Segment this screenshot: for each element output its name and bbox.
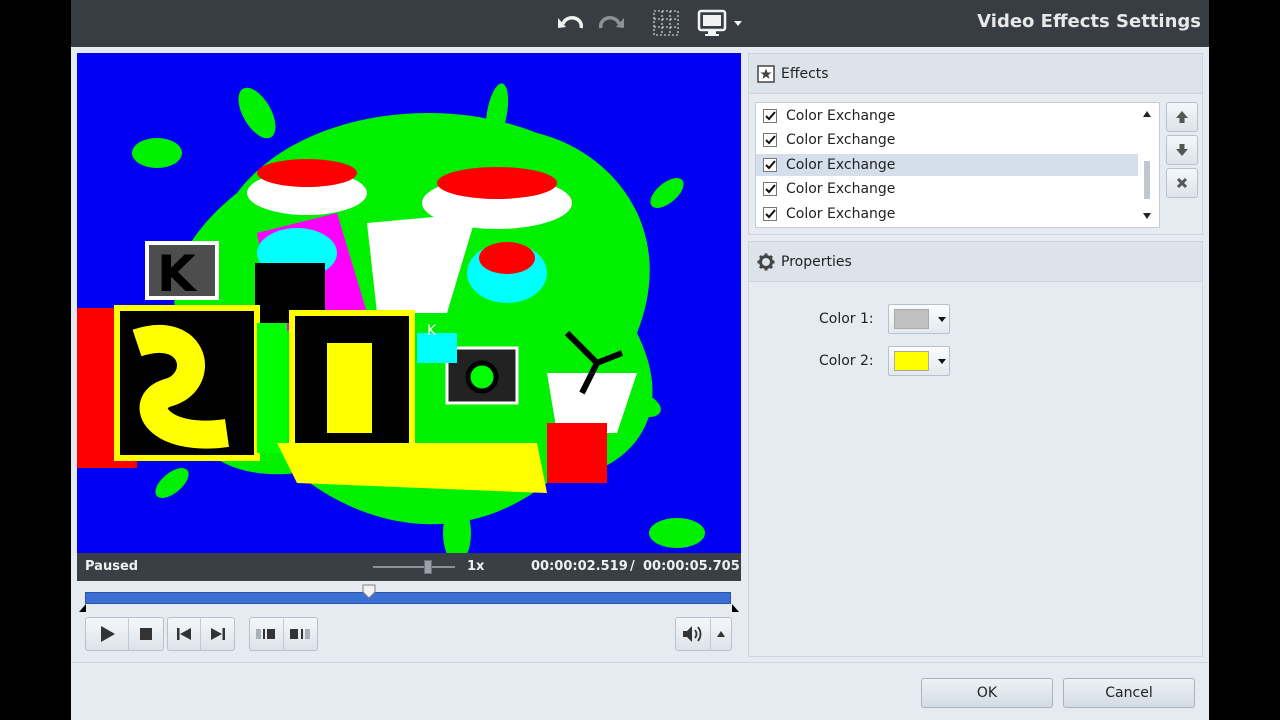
- color1-label: Color 1:: [819, 311, 874, 327]
- timeline-start-marker: [79, 604, 86, 612]
- marker-group: [249, 617, 318, 651]
- stop-button[interactable]: [129, 618, 163, 650]
- player-status-bar: Paused 1x 00:00:02.519 / 00:00:05.705: [77, 553, 741, 581]
- video-effects-window: Video Effects Settings K K Paused 1x 00:…: [71, 0, 1209, 720]
- grid-icon: [653, 10, 679, 36]
- mark-in-button[interactable]: [250, 618, 284, 650]
- svg-text:K: K: [157, 245, 198, 303]
- properties-header: Properties: [749, 242, 1202, 282]
- properties-panel: Properties Color 1: Color 2:: [748, 241, 1203, 657]
- color2-picker[interactable]: [887, 346, 950, 376]
- remove-effect-button[interactable]: [1166, 168, 1198, 198]
- redo-button[interactable]: [595, 8, 627, 38]
- play-icon: [101, 626, 115, 642]
- next-frame-button[interactable]: [201, 618, 234, 650]
- cancel-button[interactable]: Cancel: [1063, 678, 1195, 708]
- arrow-down-icon: [1176, 144, 1188, 156]
- close-icon: [1176, 177, 1188, 189]
- effect-label: Color Exchange: [786, 205, 896, 222]
- color1-swatch: [893, 309, 929, 329]
- ok-button[interactable]: OK: [921, 678, 1053, 708]
- effect-enabled-checkbox[interactable]: [763, 133, 777, 148]
- star-icon: [757, 64, 775, 83]
- window-title: Video Effects Settings: [977, 11, 1201, 32]
- color2-swatch: [893, 351, 929, 371]
- move-effect-up-button[interactable]: [1166, 102, 1198, 132]
- volume-popup-button[interactable]: [711, 618, 731, 650]
- effect-list-item[interactable]: Color Exchange: [756, 178, 1138, 200]
- arrow-up-icon: [1176, 111, 1188, 123]
- volume-button[interactable]: [676, 618, 712, 650]
- video-frame: K K: [77, 53, 741, 553]
- display-mode-dropdown[interactable]: [695, 8, 745, 38]
- monitor-icon: [697, 9, 727, 36]
- effect-list-item[interactable]: Color Exchange: [756, 153, 1138, 176]
- scroll-up-arrow[interactable]: [1142, 110, 1152, 118]
- effect-enabled-checkbox[interactable]: [763, 109, 777, 123]
- effect-list-item[interactable]: Color Exchange: [756, 129, 1138, 151]
- time-separator: /: [630, 559, 635, 574]
- color2-label: Color 2:: [819, 353, 874, 369]
- scroll-thumb[interactable]: [1144, 161, 1150, 199]
- effects-title: Effects: [781, 65, 829, 82]
- scroll-down-arrow[interactable]: [1142, 212, 1152, 220]
- effect-enabled-checkbox[interactable]: [763, 182, 777, 197]
- speed-slider-track[interactable]: [373, 566, 455, 568]
- mark-in-icon: [256, 629, 276, 639]
- timeline-track[interactable]: [85, 592, 731, 604]
- effect-label: Color Exchange: [786, 156, 896, 173]
- effects-list[interactable]: Color Exchange Color Exchange Color Exchan…: [755, 102, 1160, 228]
- color2-row: Color 2:: [819, 346, 950, 376]
- skip-forward-icon: [210, 628, 225, 640]
- play-button[interactable]: [86, 618, 129, 650]
- mark-out-icon: [290, 629, 311, 639]
- total-time: 00:00:05.705: [643, 559, 740, 574]
- video-preview[interactable]: K K: [77, 53, 741, 553]
- grid-toggle-button[interactable]: [651, 8, 681, 38]
- undo-icon: [558, 16, 584, 29]
- effect-list-item[interactable]: Color Exchange: [756, 105, 1138, 127]
- effect-label: Color Exchange: [786, 181, 896, 198]
- color1-picker[interactable]: [887, 304, 950, 334]
- skip-back-icon: [177, 628, 191, 640]
- gear-icon: [757, 253, 775, 271]
- effects-panel: Effects Color Exchange Color Exchange Colo…: [748, 53, 1203, 235]
- properties-title: Properties: [781, 253, 852, 270]
- skip-group: [167, 617, 235, 651]
- move-effect-down-button[interactable]: [1166, 135, 1198, 165]
- color1-row: Color 1:: [819, 304, 950, 334]
- play-stop-group: [85, 617, 164, 651]
- effect-label: Color Exchange: [786, 132, 896, 149]
- svg-text:K: K: [427, 323, 437, 339]
- stop-icon: [140, 628, 152, 640]
- effect-label: Color Exchange: [786, 108, 896, 124]
- timeline-end-marker: [732, 604, 739, 612]
- timeline-playhead[interactable]: [361, 584, 377, 600]
- mark-out-button[interactable]: [284, 618, 318, 650]
- title-bar: Video Effects Settings: [71, 0, 1209, 47]
- effects-scrollbar[interactable]: [1142, 106, 1154, 224]
- speaker-icon: [683, 626, 702, 642]
- volume-group: [675, 617, 732, 651]
- effect-enabled-checkbox[interactable]: [763, 157, 777, 172]
- undo-button[interactable]: [555, 8, 587, 38]
- chevron-down-icon: [937, 359, 946, 364]
- chevron-up-icon: [717, 631, 726, 637]
- playback-speed: 1x: [467, 559, 485, 574]
- effect-list-item[interactable]: Color Exchange: [756, 203, 1138, 225]
- effect-enabled-checkbox[interactable]: [763, 206, 777, 221]
- chevron-down-icon: [937, 317, 946, 322]
- current-time: 00:00:02.519: [531, 559, 628, 574]
- speed-slider-handle[interactable]: [424, 560, 432, 574]
- previous-frame-button[interactable]: [168, 618, 202, 650]
- effects-header: Effects: [749, 54, 1202, 94]
- chevron-down-icon: [734, 21, 742, 26]
- playback-status: Paused: [85, 559, 139, 574]
- redo-icon: [598, 16, 624, 29]
